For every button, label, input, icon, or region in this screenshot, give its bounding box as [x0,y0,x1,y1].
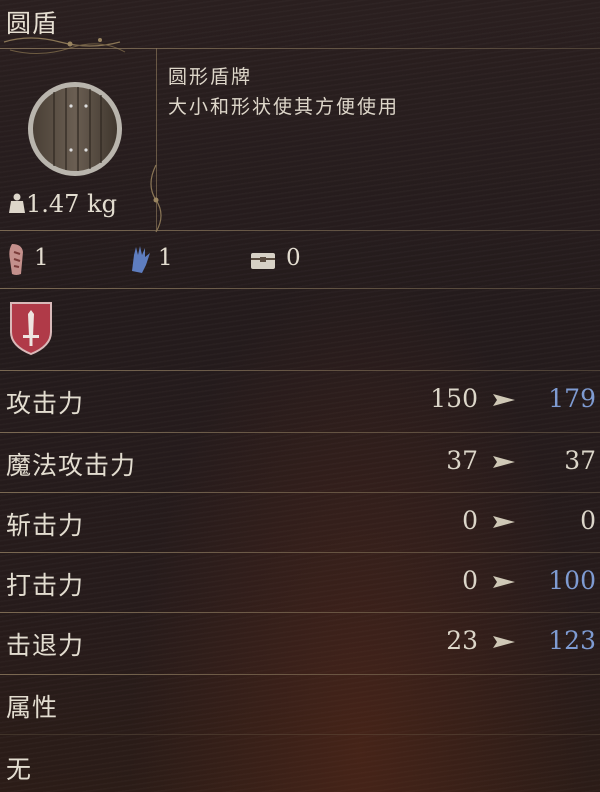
divider-1 [0,230,600,231]
attribute-value: 无 [6,755,33,784]
stat-label-attack: 攻击力 [6,389,85,418]
sword-badge-icon [10,302,52,356]
item-description: 大小和形状使其方便使用 [168,96,400,118]
stat-new-attack: 179 [548,384,596,413]
requirement-strength [6,242,28,276]
stat-new-magic-attack: 37 [564,446,596,475]
divider-stat-3 [0,552,600,553]
arrow-icon [493,394,515,406]
divider-stat-5 [0,674,600,675]
divider-3 [0,370,600,371]
requirement-chest [250,250,276,271]
divider-2 [0,288,600,289]
stat-label-knockback: 击退力 [6,631,85,660]
arrow-icon [493,456,515,468]
magic-hand-icon [128,246,154,273]
stat-base-knockback: 23 [446,626,478,655]
stat-new-knockback: 123 [548,626,596,655]
strength-fist-icon [6,244,28,275]
requirement-magic [128,243,154,275]
stat-base-strike: 0 [462,566,478,595]
divider-stat-4 [0,612,600,613]
header-divider [0,48,600,49]
divider-stat-1 [0,432,600,433]
weight-icon [8,192,26,220]
requirement-strength-value: 1 [34,245,49,271]
stat-new-slash: 0 [580,506,596,535]
item-type: 圆形盾牌 [168,66,253,88]
frame-ornament [150,164,162,233]
weight-value: 1.47 kg [26,190,117,218]
arrow-icon [493,516,515,528]
title-ornament [3,37,126,54]
divider-stat-2 [0,492,600,493]
stat-label-slash: 斩击力 [6,511,85,540]
stat-base-magic-attack: 37 [446,446,478,475]
attribute-heading: 属性 [6,693,59,722]
weight-row: 1.47 kg [8,190,117,220]
stat-label-magic-attack: 魔法攻击力 [6,451,137,480]
stat-new-strike: 100 [548,566,596,595]
divider-attribute [0,734,600,735]
stat-base-slash: 0 [462,506,478,535]
stat-label-strike: 打击力 [6,571,85,600]
arrow-icon [493,636,515,648]
stat-base-attack: 150 [430,384,478,413]
chest-icon [250,250,276,269]
requirement-magic-value: 1 [158,245,173,271]
arrow-icon [493,576,515,588]
requirement-chest-value: 0 [286,245,301,271]
round-shield-image [28,82,122,176]
